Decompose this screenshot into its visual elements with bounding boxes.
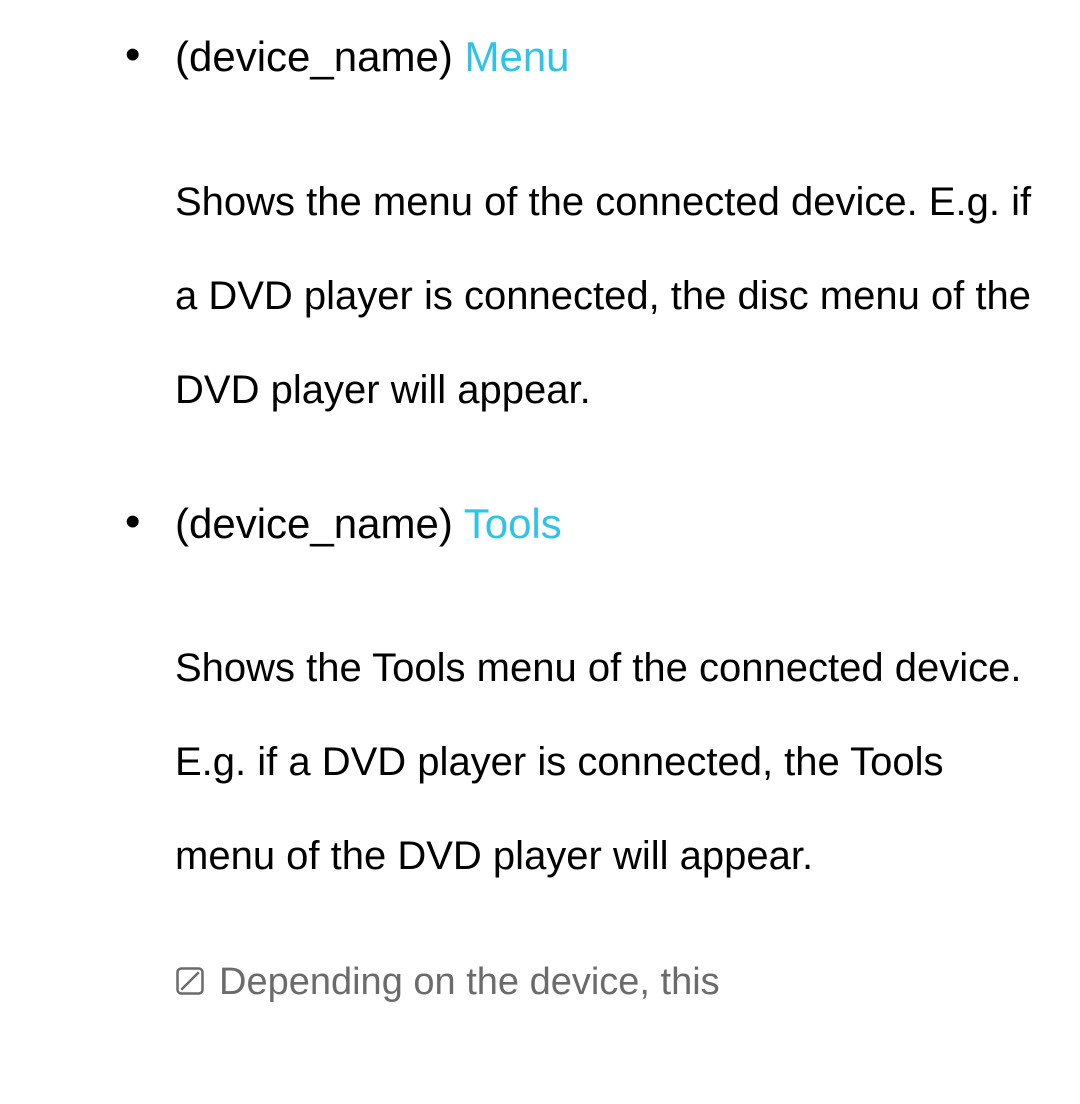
item-prefix: (device_name) [175, 500, 464, 547]
tools-link[interactable]: Tools [464, 500, 562, 547]
item-description: Shows the Tools menu of the connected de… [175, 621, 1050, 903]
item-prefix: (device_name) [175, 33, 464, 80]
item-list: (device_name) Menu Shows the menu of the… [100, 30, 1050, 1008]
menu-link[interactable]: Menu [464, 33, 569, 80]
note-icon [175, 966, 205, 996]
list-item: (device_name) Menu Shows the menu of the… [100, 30, 1050, 437]
note-text: Depending on the device, this [219, 958, 720, 1007]
document-content: (device_name) Menu Shows the menu of the… [0, 0, 1080, 1008]
note-block: Depending on the device, this [175, 958, 1050, 1007]
item-title: (device_name) Menu [175, 30, 1050, 85]
item-title: (device_name) Tools [175, 497, 1050, 552]
item-description: Shows the menu of the connected device. … [175, 155, 1050, 437]
list-item: (device_name) Tools Shows the Tools menu… [100, 497, 1050, 1008]
